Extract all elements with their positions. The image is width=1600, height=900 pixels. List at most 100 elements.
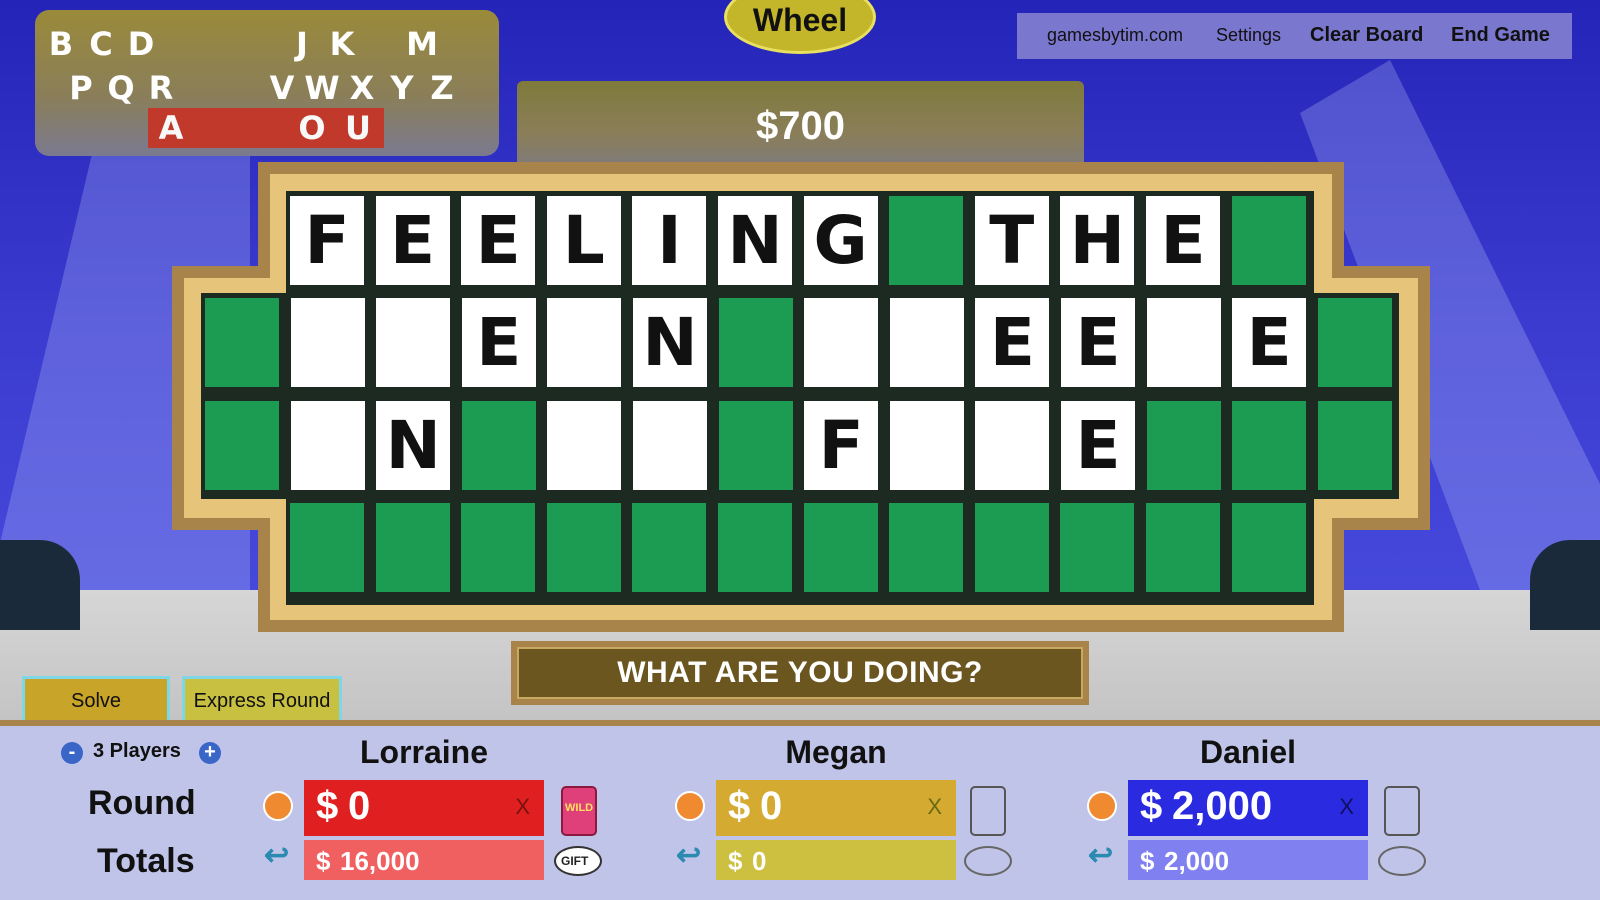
round-score-daniel: $2,000 X xyxy=(1128,780,1368,836)
board-tile[interactable]: E xyxy=(975,298,1050,387)
board-tile-blank xyxy=(1231,503,1306,592)
board-tile[interactable]: E xyxy=(1061,401,1135,490)
letter-d[interactable]: D xyxy=(121,24,161,64)
tile-letter: N xyxy=(385,407,441,484)
settings-link[interactable]: Settings xyxy=(1216,25,1281,46)
board-tile-blank xyxy=(718,401,793,490)
left-spotlight xyxy=(0,540,80,630)
board-tile[interactable]: F xyxy=(290,196,364,285)
scoreboard: - 3 Players + Round Totals Lorraine $0 X … xyxy=(0,720,1600,900)
empty-card-slot-megan[interactable] xyxy=(970,786,1006,836)
board-tile[interactable]: E xyxy=(375,196,450,285)
tile-letter: L xyxy=(562,202,605,279)
board-tile[interactable]: H xyxy=(1060,196,1135,285)
tile-letter: F xyxy=(304,202,350,279)
board-tile[interactable] xyxy=(547,401,622,490)
board-tile-blank xyxy=(974,503,1049,592)
tile-letter: E xyxy=(1160,202,1206,279)
empty-card-slot-daniel[interactable] xyxy=(1384,786,1420,836)
tile-letter: F xyxy=(818,407,864,484)
empty-gift-slot-daniel[interactable] xyxy=(1378,846,1426,876)
board-tile[interactable]: E xyxy=(1061,298,1135,387)
tile-letter: G xyxy=(813,202,868,279)
letter-r[interactable]: R xyxy=(141,68,181,108)
board-tile[interactable]: L xyxy=(546,196,621,285)
board-tile[interactable] xyxy=(376,298,451,387)
board-tile[interactable]: E xyxy=(461,196,536,285)
used-letters-panel: B C D J K M P Q R V W X Y Z A O U xyxy=(35,10,499,156)
board-tile[interactable] xyxy=(290,401,365,490)
board-tile[interactable]: G xyxy=(803,196,878,285)
board-tile[interactable]: N xyxy=(376,401,451,490)
end-game-button[interactable]: End Game xyxy=(1451,24,1550,47)
letter-p[interactable]: P xyxy=(61,68,101,108)
round-label: Round xyxy=(88,784,196,822)
board-tile-blank xyxy=(1231,196,1306,285)
board-tile-blank xyxy=(1146,503,1220,592)
letter-z[interactable]: Z xyxy=(422,68,462,108)
letter-u[interactable]: U xyxy=(338,108,378,148)
total-score-megan: $0 xyxy=(716,840,956,880)
board-tile[interactable]: E xyxy=(461,298,536,387)
board-tile[interactable]: F xyxy=(804,401,879,490)
turn-indicator-lorraine[interactable] xyxy=(263,791,293,821)
express-round-button[interactable]: Express Round xyxy=(182,676,342,720)
tile-letter: H xyxy=(1069,202,1126,279)
players-count-label: 3 Players xyxy=(93,740,181,762)
letter-v[interactable]: V xyxy=(262,68,302,108)
solve-button[interactable]: Solve xyxy=(22,676,170,720)
board-tile-blank xyxy=(632,503,707,592)
letter-c[interactable]: C xyxy=(81,24,121,64)
clear-round-megan[interactable]: X xyxy=(927,794,942,820)
remove-player-button[interactable]: - xyxy=(61,742,83,764)
board-tile[interactable] xyxy=(804,298,879,387)
board-tile[interactable]: E xyxy=(1232,298,1307,387)
letter-b[interactable]: B xyxy=(41,24,81,64)
letter-k[interactable]: K xyxy=(322,24,362,64)
board-tile[interactable]: N xyxy=(718,196,792,285)
turn-indicator-megan[interactable] xyxy=(675,791,705,821)
board-tile[interactable] xyxy=(975,401,1050,490)
site-link[interactable]: gamesbytim.com xyxy=(1047,25,1183,46)
totals-label: Totals xyxy=(97,842,195,880)
bankrupt-arrow-icon[interactable]: ↩ xyxy=(264,840,294,872)
letter-y[interactable]: Y xyxy=(382,68,422,108)
letter-j[interactable]: J xyxy=(282,24,322,64)
letter-m[interactable]: M xyxy=(402,24,442,64)
board-tile[interactable] xyxy=(547,298,622,387)
board-tile[interactable]: N xyxy=(633,298,707,387)
tile-letter: E xyxy=(390,202,436,279)
gift-tag-icon[interactable]: GIFT xyxy=(554,846,602,876)
board-tile[interactable] xyxy=(1146,298,1221,387)
letter-q[interactable]: Q xyxy=(101,68,141,108)
board-tile[interactable]: E xyxy=(1146,196,1220,285)
empty-gift-slot-megan[interactable] xyxy=(964,846,1012,876)
letter-x[interactable]: X xyxy=(342,68,382,108)
total-score-lorraine: $16,000 xyxy=(304,840,544,880)
board-tile-blank xyxy=(461,401,536,490)
board-tile[interactable] xyxy=(633,401,707,490)
letter-o[interactable]: O xyxy=(292,108,332,148)
tile-letter: E xyxy=(1246,304,1292,381)
clear-round-daniel[interactable]: X xyxy=(1339,794,1354,820)
bankrupt-arrow-icon[interactable]: ↩ xyxy=(1088,840,1118,872)
board-tile[interactable]: I xyxy=(632,196,707,285)
letter-a[interactable]: A xyxy=(151,108,191,148)
board-tile-blank xyxy=(718,298,793,387)
board-tile[interactable] xyxy=(290,298,365,387)
bankrupt-arrow-icon[interactable]: ↩ xyxy=(676,840,706,872)
board-tile[interactable] xyxy=(889,298,964,387)
board-tile-blank xyxy=(205,401,279,490)
board-tile[interactable] xyxy=(889,401,964,490)
board-tile-blank xyxy=(1317,298,1392,387)
turn-indicator-daniel[interactable] xyxy=(1087,791,1117,821)
clear-board-button[interactable]: Clear Board xyxy=(1310,24,1423,47)
wild-card-icon[interactable]: WILD xyxy=(561,786,597,836)
board-tile[interactable]: T xyxy=(974,196,1049,285)
letter-w[interactable]: W xyxy=(302,68,342,108)
tile-letter: E xyxy=(1075,407,1121,484)
clear-round-lorraine[interactable]: X xyxy=(515,794,530,820)
board-tile-blank xyxy=(461,503,536,592)
right-spotlight xyxy=(1530,540,1600,630)
add-player-button[interactable]: + xyxy=(199,742,221,764)
